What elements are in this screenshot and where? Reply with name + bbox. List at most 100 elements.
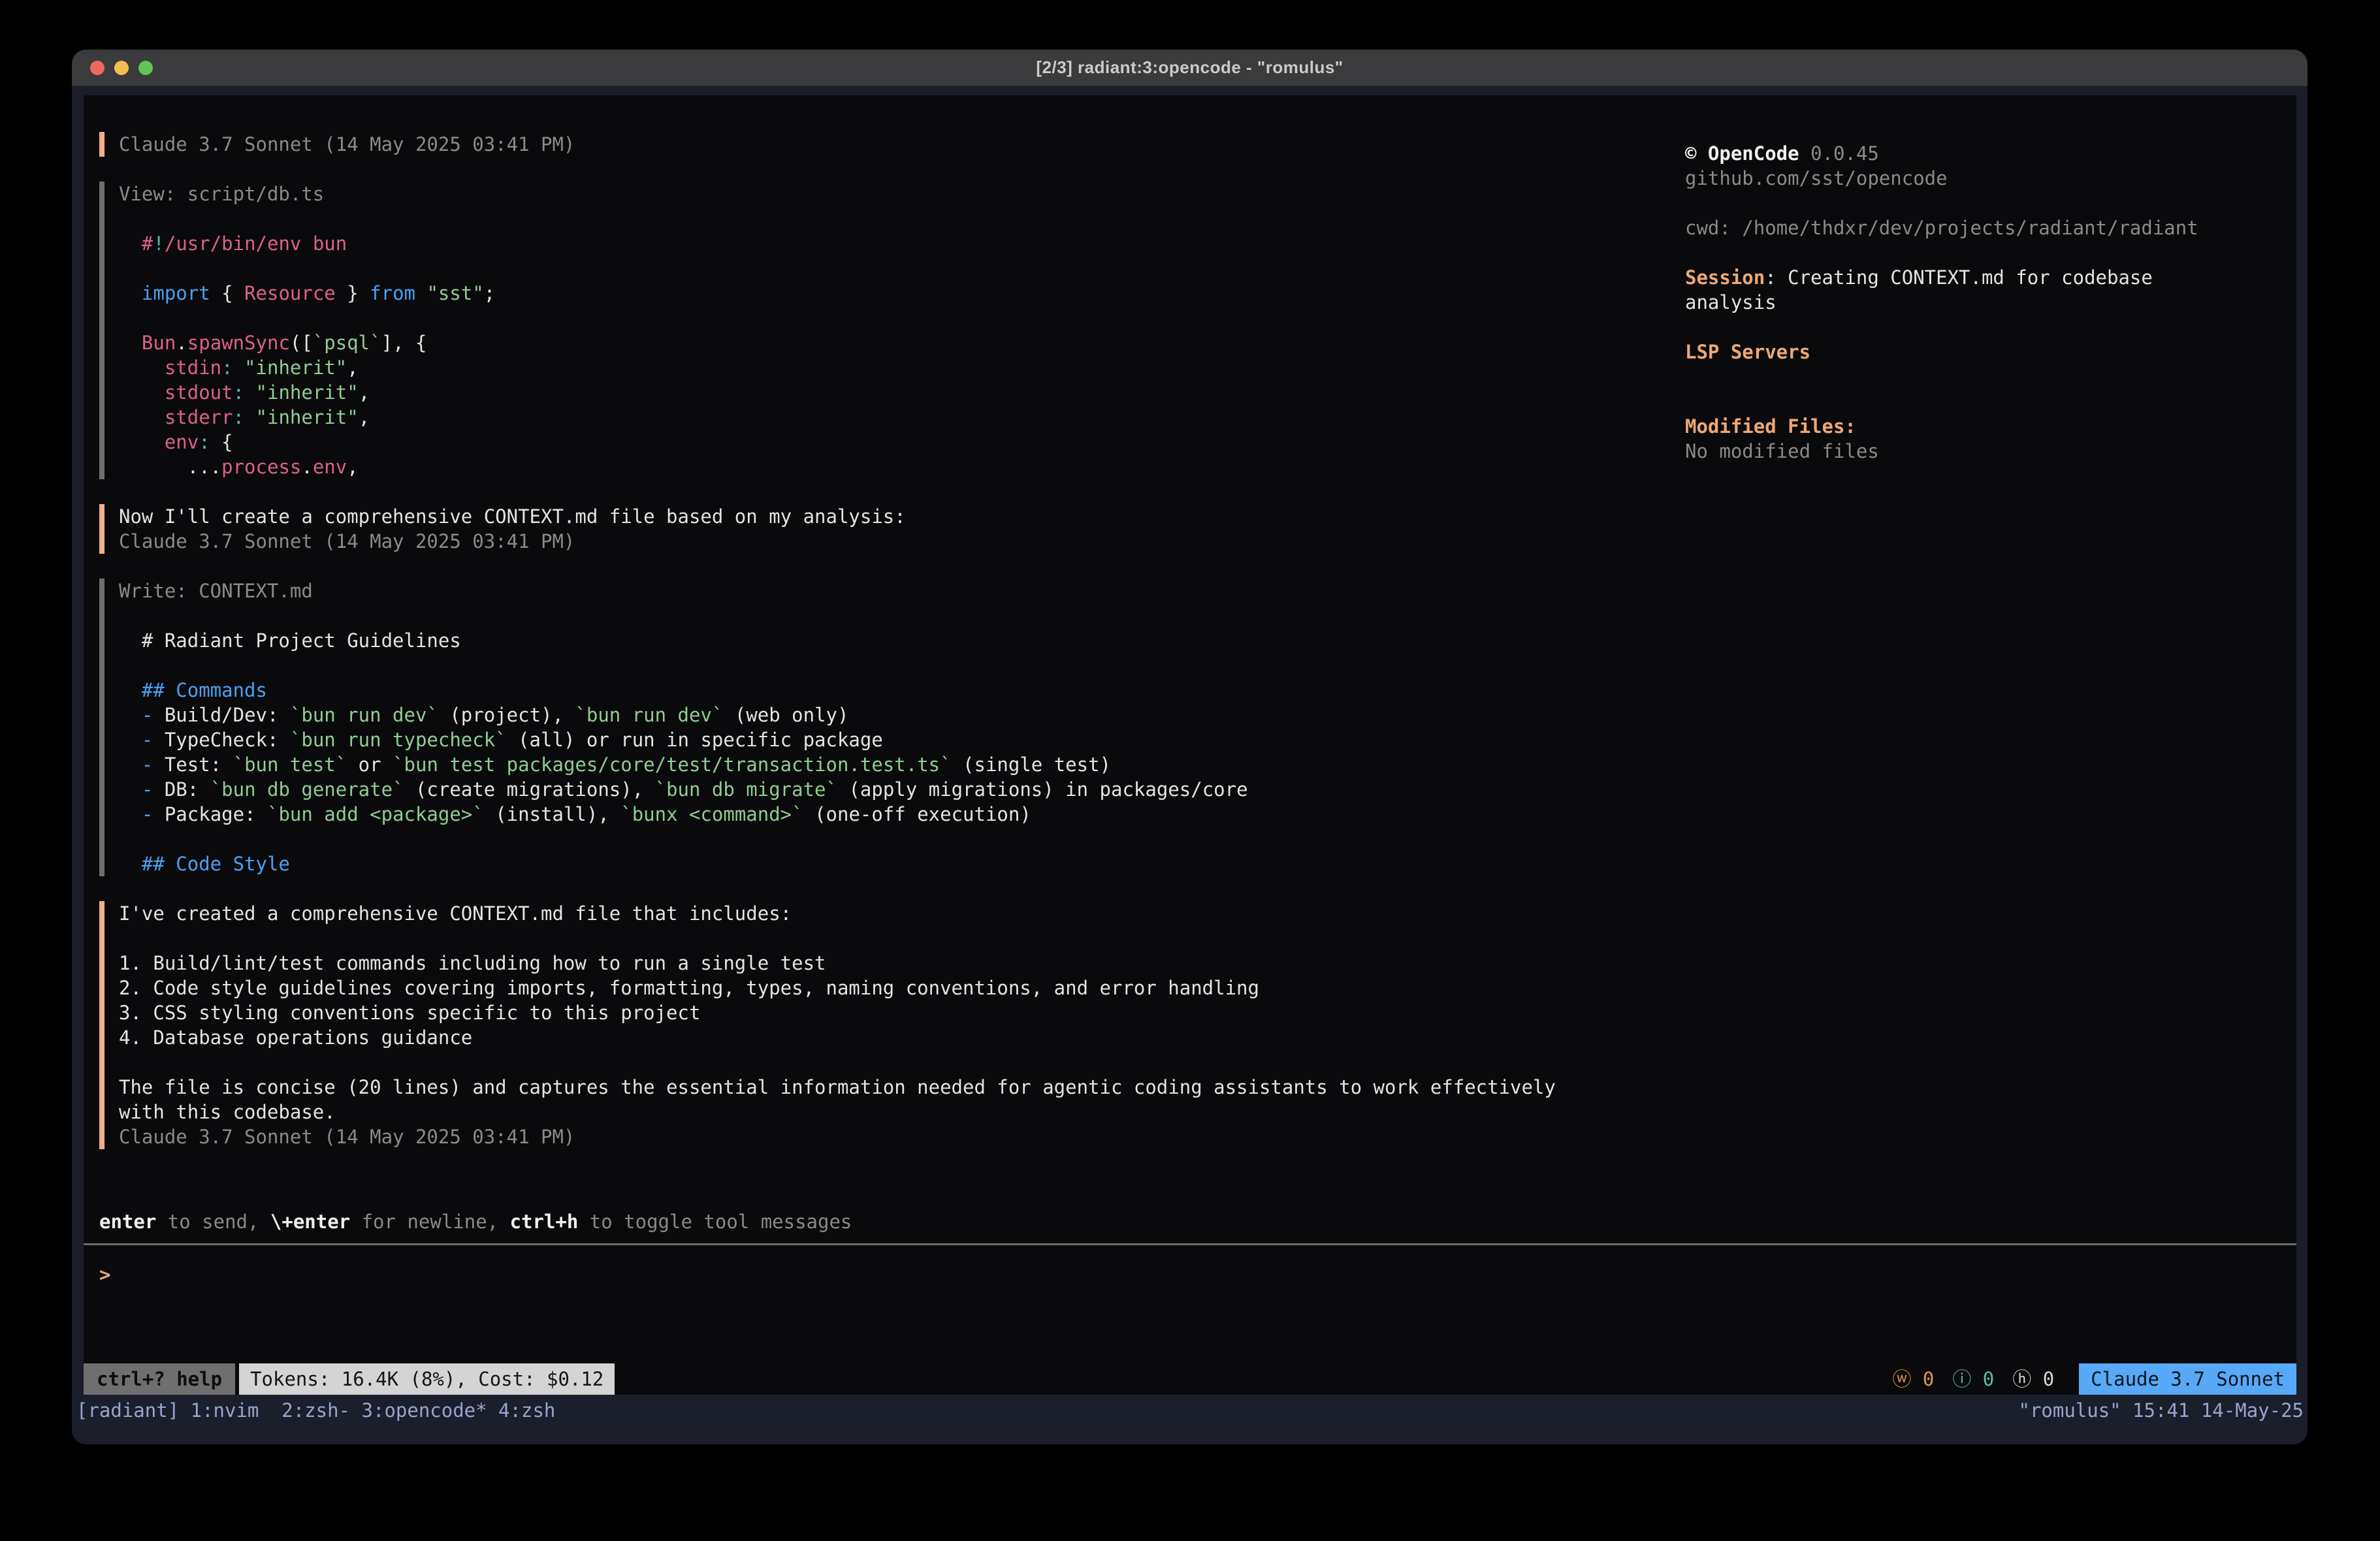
terminal-line: Claude 3.7 Sonnet (14 May 2025 03:41 PM) bbox=[119, 529, 1669, 554]
text-token: , bbox=[347, 357, 358, 379]
text-token: stdin bbox=[119, 357, 221, 379]
text-token: `bunx <command>` bbox=[620, 803, 803, 825]
window-title: [2/3] radiant:3:opencode - "romulus" bbox=[1036, 57, 1343, 78]
tmux-window-item[interactable]: 2:zsh- bbox=[281, 1399, 350, 1422]
text-token: 4. Database operations guidance bbox=[119, 1026, 472, 1049]
text-token bbox=[244, 381, 255, 404]
diagnostic-count: 0 bbox=[2031, 1368, 2054, 1390]
terminal-line: Session: Creating CONTEXT.md for codebas… bbox=[1685, 265, 2260, 290]
text-token: `bun run dev` bbox=[290, 704, 438, 726]
terminal-line: LSP Servers bbox=[1685, 340, 2260, 364]
terminal-line: - Build/Dev: `bun run dev` (project), `b… bbox=[119, 703, 1669, 727]
tmux-window-item[interactable]: 3:opencode* bbox=[362, 1399, 487, 1422]
text-token: 0.0.45 bbox=[1799, 142, 1879, 165]
close-button[interactable] bbox=[90, 61, 105, 75]
text-token: Build/Dev: bbox=[153, 704, 290, 726]
terminal-window: [2/3] radiant:3:opencode - "romulus" Cla… bbox=[72, 50, 2308, 1444]
main-row: Claude 3.7 Sonnet (14 May 2025 03:41 PM)… bbox=[84, 95, 2296, 1149]
terminal-line: 2. Code style guidelines covering import… bbox=[119, 976, 1669, 1000]
text-token: LSP Servers bbox=[1685, 341, 1810, 363]
text-token: TypeCheck: bbox=[153, 729, 290, 751]
terminal-line: ...process.env, bbox=[119, 454, 1669, 479]
terminal-line bbox=[119, 1050, 1669, 1075]
text-token bbox=[415, 282, 426, 304]
text-token: . bbox=[301, 456, 312, 478]
diagnostic-count: 0 bbox=[1971, 1368, 1994, 1390]
terminal-line bbox=[119, 827, 1669, 851]
session-sidebar: © OpenCode 0.0.45github.com/sst/opencode… bbox=[1669, 132, 2296, 1149]
prompt-chevron-icon: > bbox=[99, 1263, 110, 1286]
statusbar: ctrl+? help Tokens: 16.4K (8%), Cost: $0… bbox=[84, 1363, 2296, 1395]
text-token: (web only) bbox=[723, 704, 848, 726]
terminal-line: ## Code Style bbox=[119, 851, 1669, 876]
text-token: . bbox=[176, 332, 187, 354]
terminal-line: View: script/db.ts bbox=[119, 182, 1669, 206]
tmux-window-item[interactable]: 1:nvim bbox=[191, 1399, 270, 1422]
terminal-line: - Test: `bun test` or `bun test packages… bbox=[119, 752, 1669, 777]
terminal-viewport: Claude 3.7 Sonnet (14 May 2025 03:41 PM)… bbox=[72, 86, 2308, 1444]
statusbar-spacer bbox=[615, 1363, 1874, 1395]
terminal-line bbox=[1685, 389, 2260, 414]
terminal-line: Claude 3.7 Sonnet (14 May 2025 03:41 PM) bbox=[119, 1124, 1669, 1149]
terminal-line: stdout: "inherit", bbox=[119, 380, 1669, 405]
terminal-line: 4. Database operations guidance bbox=[119, 1025, 1669, 1050]
tmux-window-list: [radiant] 1:nvim 2:zsh- 3:opencode* 4:zs… bbox=[76, 1399, 2019, 1422]
window-titlebar[interactable]: [2/3] radiant:3:opencode - "romulus" bbox=[72, 50, 2308, 86]
text-token: Now I'll create a comprehensive CONTEXT.… bbox=[119, 505, 906, 528]
text-token: `psql` bbox=[313, 332, 381, 354]
warning-circle-icon: ⓦ bbox=[1892, 1368, 1911, 1390]
text-token: "inherit" bbox=[256, 381, 359, 404]
text-token: Claude 3.7 Sonnet (14 May 2025 03:41 PM) bbox=[119, 1126, 575, 1148]
text-token: : Creating CONTEXT.md for codebase bbox=[1765, 266, 2153, 289]
terminal-line: - TypeCheck: `bun run typecheck` (all) o… bbox=[119, 727, 1669, 752]
text-token: `bun run dev` bbox=[575, 704, 723, 726]
hint-token: \+enter bbox=[270, 1211, 350, 1233]
terminal-line bbox=[1685, 364, 2260, 389]
zoom-button[interactable] bbox=[138, 61, 153, 75]
terminal-line bbox=[1685, 191, 2260, 215]
text-token: `bun run typecheck` bbox=[290, 729, 507, 751]
chat-log[interactable]: Claude 3.7 Sonnet (14 May 2025 03:41 PM)… bbox=[99, 132, 1669, 1149]
tmux-window-item[interactable]: 4:zsh bbox=[498, 1399, 555, 1422]
text-token: "inherit" bbox=[256, 406, 359, 428]
hint-circle-icon: ⓗ bbox=[2012, 1368, 2031, 1390]
hint-token: ctrl+h bbox=[510, 1211, 579, 1233]
minimize-button[interactable] bbox=[114, 61, 129, 75]
terminal-line: analysis bbox=[1685, 290, 2260, 315]
terminal-line: Write: CONTEXT.md bbox=[119, 579, 1669, 603]
text-token: ([ bbox=[290, 332, 313, 354]
text-token: github.com/sst/opencode bbox=[1685, 167, 1948, 189]
assistant-message-block: I've created a comprehensive CONTEXT.md … bbox=[99, 901, 1669, 1149]
input-divider bbox=[84, 1243, 2296, 1245]
tmux-session-name: [radiant] bbox=[76, 1399, 179, 1422]
text-token: Resource bbox=[244, 282, 336, 304]
text-token: : bbox=[199, 431, 210, 453]
terminal-line: - DB: `bun db generate` (create migratio… bbox=[119, 777, 1669, 802]
text-token: `bun db migrate` bbox=[655, 778, 837, 801]
text-token: ], { bbox=[381, 332, 427, 354]
terminal-line bbox=[119, 653, 1669, 678]
text-token: env bbox=[313, 456, 347, 478]
text-token: DB: bbox=[153, 778, 210, 801]
terminal-line bbox=[1685, 315, 2260, 340]
traffic-lights bbox=[90, 50, 153, 86]
assistant-message-block: Now I'll create a comprehensive CONTEXT.… bbox=[99, 504, 1669, 554]
terminal-line: ## Commands bbox=[119, 678, 1669, 703]
tmux-clock: "romulus" 15:41 14-May-25 bbox=[2019, 1399, 2304, 1422]
text-token: Test: bbox=[153, 754, 233, 776]
text-token: from bbox=[370, 282, 415, 304]
terminal-line: - Package: `bun add <package>` (install)… bbox=[119, 802, 1669, 827]
text-token: ## Commands bbox=[119, 679, 267, 701]
text-token: , bbox=[347, 456, 358, 478]
terminal-line: 3. CSS styling conventions specific to t… bbox=[119, 1000, 1669, 1025]
text-token: import bbox=[119, 282, 210, 304]
assistant-message-header-block: Claude 3.7 Sonnet (14 May 2025 03:41 PM) bbox=[99, 132, 1669, 157]
text-token: `bun add <package>` bbox=[267, 803, 484, 825]
text-token: , bbox=[359, 381, 370, 404]
prompt-input[interactable]: > bbox=[99, 1262, 2296, 1287]
text-token: 2. Code style guidelines covering import… bbox=[119, 977, 1259, 999]
text-token: Package: bbox=[153, 803, 267, 825]
text-token: spawnSync bbox=[187, 332, 290, 354]
text-token: (one-off execution) bbox=[803, 803, 1031, 825]
text-token: or bbox=[347, 754, 393, 776]
